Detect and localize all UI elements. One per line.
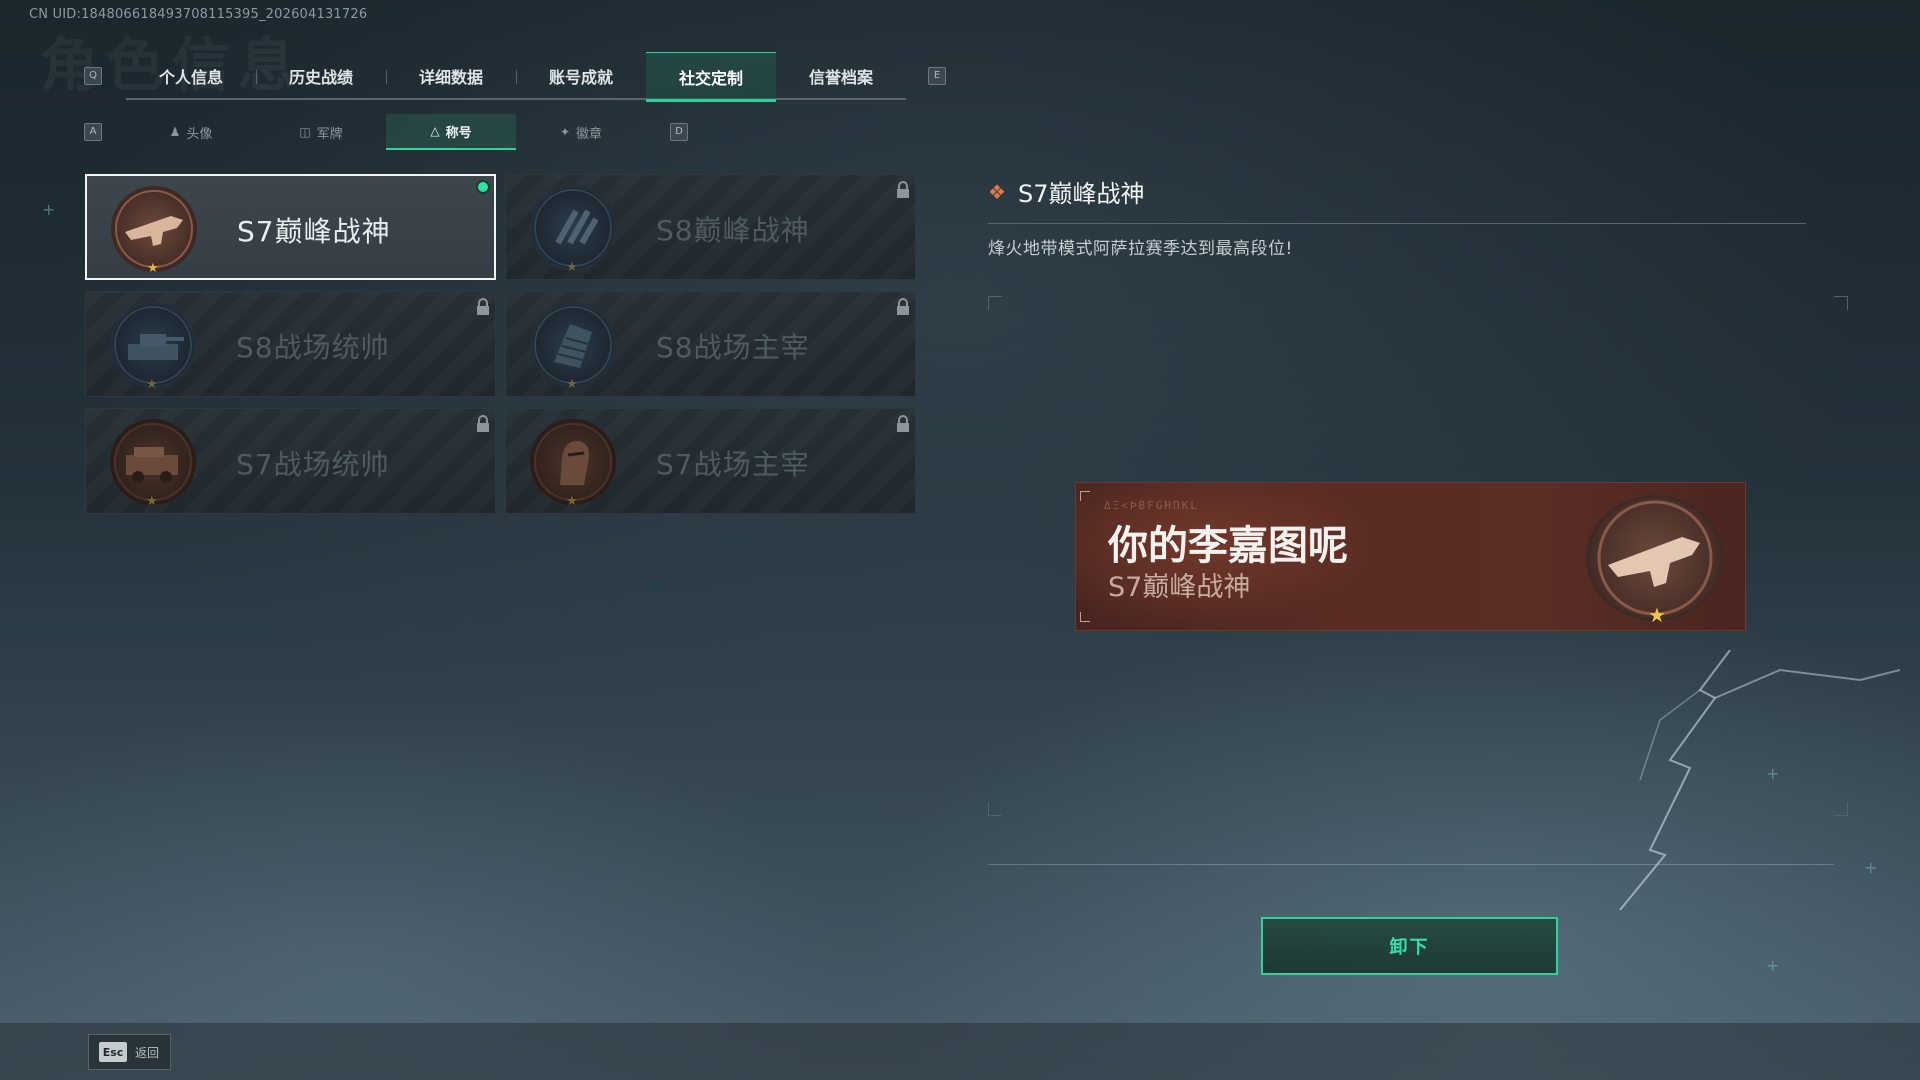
title-name: S8战场统帅 bbox=[236, 331, 390, 364]
crosshair-decoration: + bbox=[1766, 764, 1780, 783]
prev-tab-key-hint[interactable]: Q bbox=[84, 67, 102, 85]
rune-text: ΔΞ<ÞBFGHΠKL bbox=[1104, 499, 1199, 512]
subtab-label: 称号 bbox=[445, 125, 472, 141]
subtab-title[interactable]: △ 称号 bbox=[386, 114, 516, 150]
uid-label: CN UID:18480661849370811539​5_2026041317… bbox=[29, 7, 368, 22]
rifle-emblem-icon: ★ bbox=[111, 186, 197, 276]
title-preview-banner: ΔΞ<ÞBFGHΠKL 你的李嘉图呢 S7巅峰战神 ★ bbox=[1075, 482, 1746, 631]
tab-achievements[interactable]: 账号成就 bbox=[516, 52, 646, 100]
star-icon: ★ bbox=[146, 377, 158, 392]
star-icon: ★ bbox=[566, 494, 578, 509]
tab-social-custom[interactable]: 社交定制 bbox=[646, 52, 776, 102]
divider bbox=[988, 223, 1806, 224]
soldier-emblem-icon: ★ bbox=[530, 419, 616, 509]
tab-match-history[interactable]: 历史战绩 bbox=[256, 52, 386, 100]
tab-personal-info[interactable]: 个人信息 bbox=[126, 52, 256, 100]
vehicle-emblem-icon: ★ bbox=[110, 419, 196, 509]
main-tabs: 个人信息 历史战绩 详细数据 账号成就 社交定制 信誉档案 bbox=[126, 52, 906, 102]
detail-title-name: S7巅峰战神 bbox=[1018, 180, 1145, 208]
title-card[interactable]: ★ S8战场统帅 bbox=[85, 291, 496, 397]
lock-icon bbox=[477, 298, 489, 315]
diamond-icon: ❖ bbox=[988, 179, 1006, 204]
detail-description: 烽火地带模式阿萨拉赛季达到最高段位! bbox=[988, 239, 1293, 259]
lock-icon bbox=[477, 415, 489, 432]
title-name: S8巅峰战神 bbox=[656, 214, 810, 247]
rifle-emblem-icon: ★ bbox=[1586, 495, 1724, 627]
title-card[interactable]: ★ S8巅峰战神 bbox=[505, 174, 916, 280]
footer-bar bbox=[0, 1023, 1920, 1080]
subtab-badge[interactable]: ✦ 徽章 bbox=[516, 114, 646, 150]
star-icon: ★ bbox=[146, 494, 158, 509]
star-icon: ★ bbox=[147, 261, 159, 276]
star-icon: ★ bbox=[566, 260, 578, 275]
crosshair-decoration: + bbox=[42, 200, 56, 219]
title-name: S7巅峰战神 bbox=[237, 215, 391, 248]
back-button[interactable]: Esc 返回 bbox=[88, 1034, 171, 1070]
subtab-avatar[interactable]: ♟ 头像 bbox=[126, 114, 256, 150]
frame-corner bbox=[1080, 612, 1090, 622]
title-name: S7战场主宰 bbox=[656, 448, 810, 481]
frame-corner bbox=[988, 296, 1002, 310]
frame-corner bbox=[988, 802, 1002, 816]
star-icon: ★ bbox=[1648, 603, 1666, 627]
player-name: 你的李嘉图呢 bbox=[1108, 523, 1348, 569]
subtab-label: 头像 bbox=[186, 126, 213, 142]
frame-corner bbox=[1834, 296, 1848, 310]
subtab-dogtag[interactable]: ◫ 军牌 bbox=[256, 114, 386, 150]
subtab-label: 徽章 bbox=[576, 126, 603, 142]
star-icon: ★ bbox=[566, 377, 578, 392]
esc-key-icon: Esc bbox=[99, 1042, 127, 1062]
title-card[interactable]: ★ S7战场统帅 bbox=[85, 408, 496, 514]
prev-subtab-key-hint[interactable]: A bbox=[84, 123, 102, 141]
tab-reputation[interactable]: 信誉档案 bbox=[776, 52, 906, 100]
divider bbox=[988, 864, 1834, 865]
lock-icon bbox=[897, 181, 909, 198]
tab-detailed-data[interactable]: 详细数据 bbox=[386, 52, 516, 100]
detail-header: ❖ S7巅峰战神 bbox=[988, 174, 1145, 209]
title-icon: △ bbox=[430, 124, 440, 138]
stripes-emblem-icon: ★ bbox=[530, 185, 616, 275]
crosshair-decoration: + bbox=[1864, 858, 1878, 877]
sub-tab-bar: A ♟ 头像 ◫ 军牌 △ 称号 ✦ 徽章 D bbox=[84, 114, 690, 150]
lightning-decoration bbox=[1619, 650, 1900, 910]
frame-corner bbox=[1834, 802, 1848, 816]
badge-icon: ✦ bbox=[559, 125, 571, 139]
dogtag-icon: ◫ bbox=[299, 125, 311, 139]
title-name: S7战场统帅 bbox=[236, 448, 390, 481]
back-label: 返回 bbox=[135, 1045, 160, 1060]
building-emblem-icon: ★ bbox=[530, 302, 616, 392]
lock-icon bbox=[897, 415, 909, 432]
title-card[interactable]: ★ S8战场主宰 bbox=[505, 291, 916, 397]
unequip-button[interactable]: 卸下 bbox=[1261, 917, 1558, 975]
subtab-label: 军牌 bbox=[316, 126, 343, 142]
preview-title: S7巅峰战神 bbox=[1108, 572, 1251, 603]
title-card[interactable]: ★ S7巅峰战神 bbox=[85, 174, 496, 280]
lock-icon bbox=[897, 298, 909, 315]
next-subtab-key-hint[interactable]: D bbox=[670, 123, 688, 141]
sub-tabs: ♟ 头像 ◫ 军牌 △ 称号 ✦ 徽章 bbox=[126, 114, 646, 150]
title-name: S8战场主宰 bbox=[656, 331, 810, 364]
equipped-indicator bbox=[476, 180, 490, 194]
next-tab-key-hint[interactable]: E bbox=[928, 67, 946, 85]
title-card[interactable]: ★ S7战场主宰 bbox=[505, 408, 916, 514]
main-tab-bar: Q 个人信息 历史战绩 详细数据 账号成就 社交定制 信誉档案 E bbox=[84, 52, 948, 102]
tank-emblem-icon: ★ bbox=[110, 302, 196, 392]
crosshair-decoration: + bbox=[1766, 956, 1780, 975]
person-icon: ♟ bbox=[169, 125, 181, 139]
frame-corner bbox=[1080, 491, 1090, 501]
